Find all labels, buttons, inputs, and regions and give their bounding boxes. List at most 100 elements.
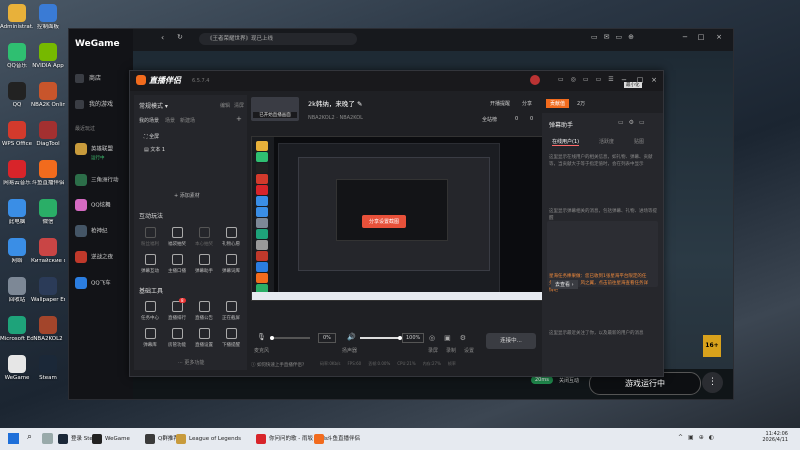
tool-button[interactable]: 弹幕助手 (191, 254, 217, 274)
coins-tab[interactable]: 2万 (577, 100, 585, 107)
taskbar-item[interactable]: League of Legends (176, 433, 241, 445)
desktop-icon[interactable]: 微信 (31, 199, 65, 225)
speaker-value[interactable]: 100% (402, 333, 425, 343)
settings-button[interactable]: 设置 (464, 347, 474, 354)
desktop-icon[interactable]: 回收站 (0, 277, 34, 303)
tool-button[interactable]: 本心抽奖 (191, 227, 217, 247)
game-item[interactable]: 英雄联盟 运行中 (75, 143, 113, 161)
tool-button[interactable]: 主播口播 (164, 254, 190, 274)
refresh-icon[interactable]: ↻ (177, 33, 183, 41)
taskbar-item[interactable]: Q群推荐 (145, 433, 179, 445)
game-item[interactable]: 三角洲行动 (75, 174, 119, 186)
desktop-icon[interactable]: DiagTool (31, 121, 65, 147)
view-task-link[interactable]: 去查看 › (551, 280, 578, 289)
tool-button[interactable]: 直播排行 8 (164, 298, 190, 321)
edit-button[interactable]: 编辑 (220, 102, 230, 109)
desktop-icon[interactable]: 此电脑 (0, 199, 34, 225)
minimize-icon[interactable]: − (681, 33, 689, 41)
tool-button[interactable]: 弹幕词库 (218, 254, 244, 274)
desktop-icon[interactable]: Wallpaper Engine (31, 277, 65, 303)
record-screen-button[interactable]: 录屏 (428, 347, 438, 354)
task-view-icon[interactable] (42, 433, 53, 444)
wegame-search[interactable]: 《王者荣耀世界》现已上线 (199, 33, 357, 45)
tool-button[interactable]: 弹幕库 (137, 328, 163, 348)
desktop-icon[interactable]: WPS Office (0, 121, 34, 147)
interaction-toggle[interactable]: 关闭互动 (559, 377, 579, 384)
tab-activity[interactable]: 活跃度 (599, 138, 614, 145)
stream-cover[interactable]: 已开始直播画面 (251, 97, 299, 121)
desktop-icon[interactable]: NVIDIA App (31, 43, 65, 69)
close-icon[interactable]: × (715, 33, 723, 41)
desktop-icon[interactable]: Китайские фестиваль (31, 238, 65, 264)
scene-tab[interactable]: 场景 (165, 117, 175, 124)
add-scene-icon[interactable]: + (236, 115, 242, 123)
source-item[interactable]: ▤ 文本 1 (144, 146, 165, 153)
speaker-icon[interactable]: 🔊 (347, 333, 356, 341)
wegame-toolbar-icons[interactable]: ▭✉▭⊕ (591, 33, 640, 41)
tool-button[interactable]: 直播公告 (191, 301, 217, 321)
stream-preview[interactable]: 分享设置截图 (251, 136, 543, 301)
desktop-icon[interactable]: QQ音乐 (0, 43, 34, 69)
desktop-icon[interactable]: NBA2K Online (31, 82, 65, 108)
desktop-icon[interactable]: NBA2KOL2 (31, 316, 65, 342)
mode-selector[interactable]: 常规模式 ▾ (139, 101, 168, 110)
taskbar-item[interactable]: WeGame (92, 433, 130, 445)
titlebar-tool-icons[interactable]: ▭◎▭▭☰ (558, 76, 621, 83)
help-hint[interactable]: ⓘ 如何快速上手直播伴侣? (251, 362, 304, 368)
add-source-button[interactable]: + 添加素材 (174, 192, 200, 199)
tab-online-users[interactable]: 在线用户(1) (552, 138, 580, 146)
windows-start-icon[interactable] (8, 433, 19, 444)
tool-button[interactable]: 房管功能 (164, 328, 190, 348)
new-scene-tab[interactable]: 新建场 (180, 117, 195, 124)
game-item[interactable]: 逆战之夜 (75, 251, 113, 263)
tool-button[interactable]: 下播提醒 (218, 328, 244, 348)
tool-button[interactable]: 任务中心 (137, 301, 163, 321)
game-breadcrumb[interactable]: NBA2KOL2 · NBA2KOL (308, 115, 363, 121)
more-icon[interactable]: ⋮ (702, 372, 723, 393)
tool-button[interactable]: 福袋抽奖 (164, 227, 190, 247)
desktop-icon[interactable]: 网易云音乐 (0, 160, 34, 186)
tool-button[interactable]: 直播设置 (191, 328, 217, 348)
mic-value[interactable]: 0% (318, 333, 336, 343)
tool-button[interactable]: 礼物心愿 (218, 227, 244, 247)
speaker-slider[interactable] (360, 336, 402, 340)
game-item[interactable]: 枪神纪 (75, 225, 108, 237)
nav-store[interactable]: 商店 (75, 73, 101, 83)
tool-button[interactable]: 正在截屏 (218, 301, 244, 321)
clear-button[interactable]: 清屏 (234, 102, 244, 109)
mic-slider[interactable] (270, 336, 310, 340)
assistant-tool-icons[interactable]: ▭⚙▭ (618, 119, 650, 126)
tool-button[interactable]: 粉丝福利 (137, 227, 163, 247)
site-rank[interactable]: 全站榜 (482, 116, 497, 123)
live-reminder-button[interactable]: 开播提醒 (490, 100, 510, 107)
minimize-icon[interactable]: − (620, 76, 628, 84)
back-icon[interactable]: ‹ (161, 33, 164, 42)
desktop-icon[interactable]: Microsoft Edge (0, 316, 34, 342)
tray-icons[interactable]: ^▣⊕◐ (678, 434, 719, 441)
start-live-button[interactable]: 连接中... (486, 333, 536, 349)
desktop-icon[interactable]: Administrat... (0, 4, 34, 30)
avatar[interactable] (530, 75, 540, 85)
search-icon[interactable]: ⌕ (27, 432, 32, 442)
share-button[interactable]: 分享 (522, 100, 532, 107)
mic-icon[interactable]: 🎙 (257, 333, 266, 341)
tool-button[interactable]: 弹幕互动 (137, 254, 163, 274)
game-item[interactable]: QQ炫舞 (75, 199, 111, 211)
desktop-icon[interactable]: WeGame (0, 355, 34, 381)
close-icon[interactable]: × (650, 76, 658, 84)
desktop-icon[interactable]: Steam (31, 355, 65, 381)
desktop-icon[interactable]: 网络 (0, 238, 34, 264)
record-button[interactable]: 录制 (446, 347, 456, 354)
contribution-tab[interactable]: 贡献值 (546, 99, 570, 108)
source-item[interactable]: ⛶ 全屏 (144, 133, 159, 140)
tab-stickers[interactable]: 贴图 (634, 138, 644, 145)
taskbar-item[interactable]: 斗鱼直播伴侣 (314, 433, 360, 445)
maximize-icon[interactable]: □ (697, 33, 705, 41)
desktop-icon[interactable]: QQ (0, 82, 34, 108)
maximize-icon[interactable]: □ (636, 76, 644, 84)
stream-title[interactable]: 2k韩纳，来晚了 ✎ (308, 98, 362, 108)
nav-my-games[interactable]: 我的游戏 (75, 99, 113, 109)
desktop-icon[interactable]: 斗鱼直播伴侣 (31, 160, 65, 186)
game-item[interactable]: QQ飞车 (75, 277, 111, 289)
more-tools-button[interactable]: ··· 更多功能 (178, 359, 204, 366)
